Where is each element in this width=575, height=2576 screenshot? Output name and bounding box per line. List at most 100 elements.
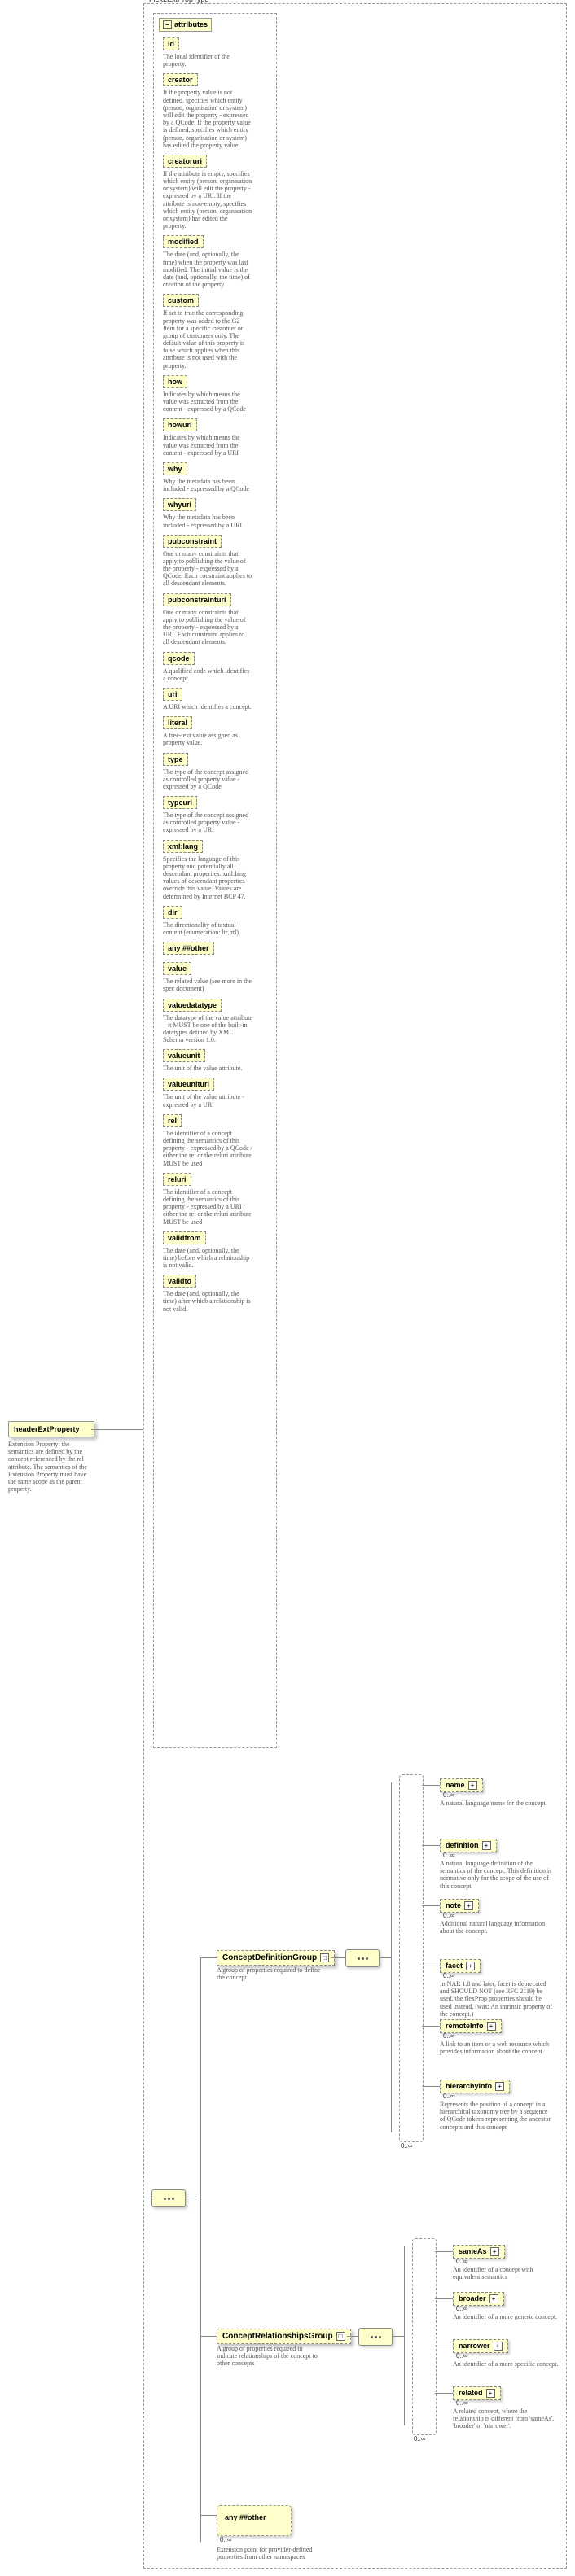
attribute-custom: custom — [163, 294, 199, 307]
child-note: note+ — [440, 1899, 479, 1913]
occurrence: 0..∞ — [456, 2399, 468, 2407]
connector — [380, 1957, 391, 1958]
connector — [91, 1429, 143, 1430]
expand-icon[interactable]: + — [487, 2022, 496, 2031]
attribute-why: why — [163, 462, 187, 475]
connector — [435, 2393, 453, 2394]
child-desc: An identifier of a more specific concept… — [453, 2360, 559, 2368]
child-desc: A link to an item or a web resource whic… — [440, 2040, 554, 2055]
concept-rel-desc: A group of properties required to indica… — [217, 2345, 323, 2368]
attribute-desc: Why the metadata has been included - exp… — [163, 514, 252, 528]
attribute-value: value — [163, 962, 191, 975]
connector — [200, 1957, 217, 1958]
expand-icon[interactable]: + — [464, 1901, 473, 1910]
child-broader: broader+ — [453, 2292, 504, 2306]
root-desc: Extension Property; the semantics are de… — [8, 1441, 90, 1493]
attribute-howuri: howuri — [163, 418, 197, 431]
attribute-xml-lang: xml:lang — [163, 840, 203, 853]
attribute-qcode: qcode — [163, 652, 195, 665]
expand-icon[interactable]: + — [489, 2294, 498, 2303]
attribute-desc: The date (and, optionally, the time) bef… — [163, 1247, 252, 1270]
attribute-reluri: reluri — [163, 1173, 191, 1186]
root-element-name: headerExtProperty — [14, 1425, 80, 1433]
concept-relationships-group: ConceptRelationshipsGroup□ — [217, 2329, 351, 2344]
occurrence: 0..∞ — [443, 1852, 455, 1859]
attribute-desc: One or many constraints that apply to pu… — [163, 609, 252, 646]
occurrence: 0..∞ — [414, 2435, 426, 2443]
concept-definition-group: ConceptDefinitionGroup□ — [217, 1950, 335, 1966]
attributes-header: −attributes — [159, 18, 212, 32]
expand-icon[interactable]: □ — [336, 2332, 345, 2341]
connector — [435, 2298, 453, 2299]
attribute-desc: The date (and, optionally, the time) whe… — [163, 251, 252, 288]
switch-frame — [412, 2238, 437, 2435]
connector — [391, 1782, 392, 2132]
occurrence: 0..∞ — [456, 2305, 468, 2312]
group-label: ConceptRelationshipsGroup — [222, 2332, 333, 2341]
attribute-validfrom: validfrom — [163, 1231, 206, 1244]
sequence-compositor — [151, 2189, 186, 2207]
attribute-dir: dir — [163, 906, 182, 919]
occurrence: 0..∞ — [443, 1912, 455, 1919]
expand-icon[interactable]: + — [490, 2247, 499, 2256]
switch-frame — [399, 1774, 424, 2142]
attribute-id: id — [163, 37, 179, 50]
child-desc: A related concept, where the relationshi… — [453, 2408, 559, 2430]
occurrence: 0..∞ — [443, 1791, 455, 1799]
child-related: related+ — [453, 2386, 501, 2400]
occurrence: 0..∞ — [220, 2536, 232, 2543]
expand-icon[interactable]: □ — [320, 1953, 329, 1962]
connector — [422, 1785, 440, 1786]
connector — [422, 1845, 440, 1846]
attribute-desc: The related value (see more in the spec … — [163, 977, 252, 992]
connector — [422, 2026, 440, 2027]
concept-def-desc: A group of properties required to define… — [217, 1966, 323, 1981]
expand-icon[interactable]: + — [486, 2389, 495, 2398]
attribute-literal: literal — [163, 716, 192, 729]
occurrence: 0..∞ — [401, 2142, 413, 2150]
attribute-desc: The local identifier of the property. — [163, 53, 252, 68]
attribute-typeuri: typeuri — [163, 796, 197, 809]
connector — [331, 1957, 345, 1958]
attribute-desc: If the property value is not defined, sp… — [163, 89, 252, 149]
occurrence: 0..∞ — [443, 2032, 455, 2040]
expand-icon[interactable]: + — [495, 2082, 504, 2091]
attribute-valuedatatype: valuedatatype — [163, 999, 222, 1012]
attribute-desc: The type of the concept assigned as cont… — [163, 768, 252, 791]
any-other-label: any ##other — [225, 2513, 266, 2521]
connector — [347, 2336, 358, 2337]
any-other-desc: Extension point for provider-defined pro… — [217, 2546, 331, 2561]
attribute-desc: Specifies the language of this property … — [163, 855, 252, 900]
attribute-desc: The directionality of textual content (e… — [163, 921, 252, 936]
expand-icon[interactable]: + — [466, 1962, 475, 1970]
connector — [200, 1957, 201, 2542]
attribute-desc: The type of the concept assigned as cont… — [163, 811, 252, 834]
child-desc: Represents the position of a concept in … — [440, 2101, 554, 2131]
attribute-how: how — [163, 375, 187, 388]
expand-icon[interactable]: + — [482, 1841, 491, 1850]
attribute-desc: A free-text value assigned as property v… — [163, 732, 252, 746]
occurrence: 0..∞ — [456, 2352, 468, 2360]
child-narrower: narrower+ — [453, 2339, 508, 2353]
expand-icon[interactable]: + — [468, 1781, 477, 1790]
occurrence: 0..∞ — [443, 1972, 455, 1979]
child-desc: In NAR 1.8 and later, facet is deprecate… — [440, 1980, 554, 2018]
attribute-desc: The identifier of a concept defining the… — [163, 1130, 252, 1167]
attribute-desc: A URI which identifies a concept. — [163, 703, 252, 711]
attribute-validto: validto — [163, 1275, 196, 1288]
attribute-desc: Indicates by which means the value was e… — [163, 391, 252, 413]
child-name: name+ — [440, 1778, 483, 1792]
attribute-desc: If set to true the corresponding propert… — [163, 309, 252, 370]
type-label: Flex2ExtPropType — [147, 0, 212, 3]
attribute-type: type — [163, 753, 188, 766]
occurrence: 0..∞ — [443, 2093, 455, 2100]
attribute-pubconstrainturi: pubconstrainturi — [163, 593, 231, 606]
attribute-desc: Why the metadata has been included - exp… — [163, 478, 252, 492]
attribute-desc: The unit of the value attribute. — [163, 1065, 252, 1072]
child-sameas: sameAs+ — [453, 2245, 505, 2259]
attribute-desc: Indicates by which means the value was e… — [163, 434, 252, 457]
child-desc: Additional natural language information … — [440, 1920, 554, 1935]
expand-icon[interactable]: + — [494, 2342, 503, 2351]
attribute-desc: The datatype of the value attribute – it… — [163, 1014, 252, 1044]
attribute-creatoruri: creatoruri — [163, 155, 207, 168]
